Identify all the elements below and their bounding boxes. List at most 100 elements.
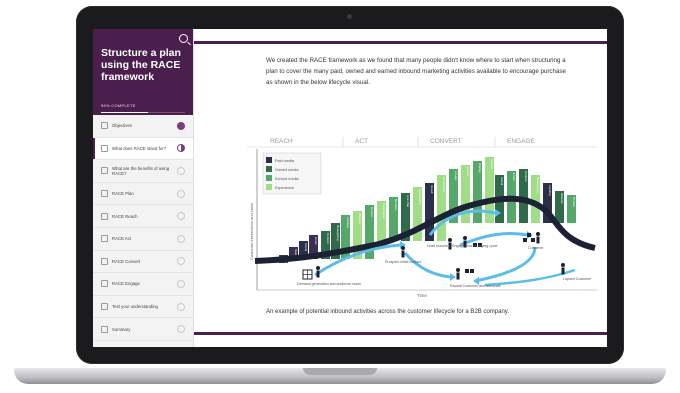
person-icon-body bbox=[536, 236, 540, 244]
sidebar-item-label: Objectives bbox=[112, 123, 133, 129]
person-icon-body bbox=[401, 250, 405, 258]
activity-bar-label: Community bbox=[442, 177, 446, 193]
annotation-label: Repeat Customer and advocate bbox=[450, 284, 501, 288]
sidebar-item-race-engage[interactable]: RACE Engage bbox=[93, 273, 193, 296]
activity-bar-label: Landing bbox=[346, 217, 350, 228]
search-icon[interactable] bbox=[179, 34, 188, 43]
activity-bar-label: Retargeting bbox=[536, 177, 540, 193]
sidebar-item-label: RACE Act bbox=[112, 236, 132, 242]
group-icon bbox=[527, 233, 531, 237]
legend-label: Earned media bbox=[275, 177, 300, 181]
sidebar-item-label: Summary bbox=[112, 326, 131, 332]
sidebar: Structure a plan using the RACE framewor… bbox=[93, 29, 194, 347]
sidebar-item-what-does-race-stand-for[interactable]: What does RACE stand for? bbox=[93, 137, 193, 161]
activity-bar-label: Landing bbox=[548, 185, 552, 196]
course-title: Structure a plan using the RACE framewor… bbox=[101, 47, 181, 83]
activity-bar-label: Nurture bbox=[572, 197, 576, 207]
person-icon bbox=[463, 236, 467, 240]
main-content: We created the RACE framework as we foun… bbox=[194, 29, 607, 347]
legend-swatch bbox=[266, 166, 272, 172]
person-icon-body bbox=[456, 272, 460, 280]
activity-bar-label: Email bbox=[512, 173, 516, 181]
legend-label: Paid media bbox=[275, 159, 295, 163]
x-axis-label: Time bbox=[417, 293, 427, 298]
activity-bar-label: Personalise bbox=[382, 203, 386, 219]
activity-bar-label: Retargeting bbox=[336, 225, 340, 241]
phase-label: CONVERT bbox=[430, 138, 462, 145]
legend-swatch bbox=[266, 184, 272, 190]
sidebar-item-label: RACE Plan bbox=[112, 191, 134, 197]
legend-swatch bbox=[266, 157, 272, 163]
sidebar-item-label: What does RACE stand for? bbox=[112, 145, 166, 151]
completion-icon bbox=[177, 302, 185, 311]
annotation-label: Lapsed Customer bbox=[563, 277, 592, 281]
lesson-icon bbox=[101, 167, 108, 175]
activity-bar-label: Search bbox=[490, 159, 494, 169]
activity-bar-label: Upsell bbox=[430, 185, 434, 194]
activity-bar-label: Display bbox=[478, 163, 482, 173]
activity-bar-label: Website bbox=[358, 213, 362, 224]
person-icon bbox=[456, 268, 460, 272]
completion-icon bbox=[177, 279, 185, 288]
completion-icon bbox=[177, 144, 185, 153]
annotation-label: Lead Nurture + Engage prior to buying cy… bbox=[427, 244, 497, 248]
completion-icon bbox=[177, 189, 185, 198]
person-icon bbox=[448, 238, 452, 242]
bottom-divider bbox=[194, 332, 607, 335]
race-lifecycle-figure: REACH ACT CONVERT ENGAGE Customer interacti… bbox=[247, 137, 597, 298]
activity-bar-label: Events bbox=[466, 167, 470, 177]
group-icon bbox=[470, 269, 474, 273]
person-icon-body bbox=[316, 270, 320, 278]
legend-label: Owned media bbox=[275, 168, 299, 172]
sidebar-item-race-convert[interactable]: RACE Convert bbox=[93, 251, 193, 274]
annotation-label: Prospect initial contact bbox=[385, 260, 421, 264]
lesson-icon bbox=[101, 257, 108, 265]
completion-icon bbox=[177, 166, 185, 175]
activity-bar-label: Content bbox=[326, 233, 330, 244]
arrow-prospect-to-lead bbox=[403, 252, 451, 279]
progress-label: 56% COMPLETE bbox=[101, 103, 136, 108]
lesson-icon bbox=[101, 325, 108, 333]
progress-bar-fill bbox=[101, 111, 149, 113]
person-icon bbox=[536, 232, 540, 236]
sidebar-list: Objectives What does RACE stand for? Wha… bbox=[93, 115, 193, 341]
activity-bar-label: Content bbox=[524, 171, 528, 182]
screen: Structure a plan using the RACE framewor… bbox=[93, 29, 607, 347]
lesson-icon bbox=[101, 190, 108, 198]
progress-bar bbox=[101, 111, 185, 113]
completion-icon bbox=[177, 257, 185, 266]
webcam bbox=[347, 14, 352, 19]
lesson-icon bbox=[101, 212, 108, 220]
completion-icon bbox=[177, 121, 185, 130]
annotation-label: Customer bbox=[528, 246, 544, 250]
sidebar-item-test[interactable]: Test your understanding bbox=[93, 296, 193, 319]
sidebar-item-benefits[interactable]: What are the benefits of using RACE? bbox=[93, 160, 193, 183]
activity-bar-label: Social bbox=[500, 177, 504, 186]
sidebar-item-objectives[interactable]: Objectives bbox=[93, 115, 193, 138]
group-icon bbox=[523, 238, 527, 242]
phase-label: REACH bbox=[270, 138, 293, 145]
group-icon bbox=[465, 269, 469, 273]
activity-bar-label: Website bbox=[560, 193, 564, 204]
sidebar-item-label: Test your understanding bbox=[112, 304, 158, 310]
sidebar-item-race-reach[interactable]: RACE Reach bbox=[93, 205, 193, 228]
sidebar-item-summary[interactable]: Summary bbox=[93, 318, 193, 341]
sidebar-item-race-act[interactable]: RACE Act bbox=[93, 228, 193, 251]
sidebar-header: Structure a plan using the RACE framewor… bbox=[93, 29, 193, 115]
person-icon bbox=[401, 246, 405, 250]
completion-icon bbox=[177, 212, 185, 221]
lesson-icon bbox=[101, 122, 108, 130]
arrow-customer-to-repeat bbox=[474, 246, 537, 283]
activity-bar-label: Email bbox=[314, 237, 318, 245]
activity-bar-label: Live chat bbox=[406, 195, 410, 207]
legend-swatch bbox=[266, 175, 272, 181]
sidebar-item-race-plan[interactable]: RACE Plan bbox=[93, 183, 193, 206]
sidebar-item-label: What are the benefits of using RACE? bbox=[112, 165, 170, 176]
phase-label: ACT bbox=[355, 138, 368, 145]
activity-bar-label: Social bbox=[304, 243, 308, 252]
person-icon bbox=[316, 266, 320, 270]
activity-bar-label: Nurture bbox=[370, 207, 374, 217]
sidebar-item-label: RACE Reach bbox=[112, 213, 138, 219]
lesson-icon bbox=[101, 280, 108, 288]
sidebar-item-label: RACE Engage bbox=[112, 281, 140, 287]
